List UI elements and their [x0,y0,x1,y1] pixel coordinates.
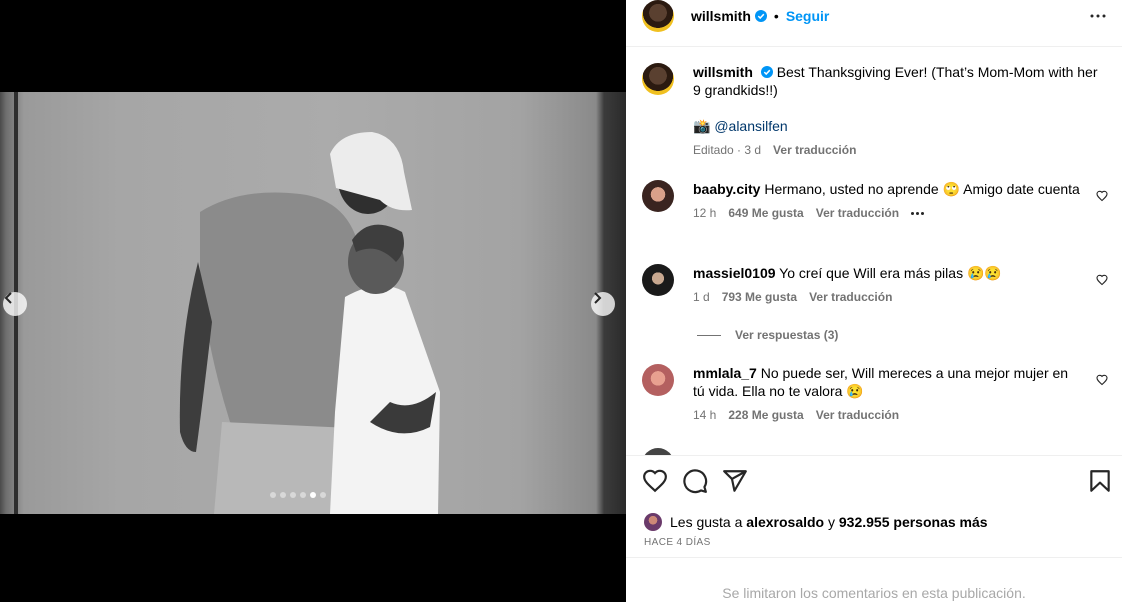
likes-conjunction: y [828,514,835,530]
photo-illustration [14,92,440,514]
caption-edited-time: Editado · 3 d [693,143,762,157]
carousel-dot [270,492,276,498]
comment-username[interactable]: massiel0109 [693,265,776,281]
author-avatar[interactable] [642,0,674,32]
comments-limited-notice: Se limitaron los comentarios en esta pub… [722,585,1026,601]
post-header: willsmith • Seguir [626,0,1122,32]
next-photo-button[interactable] [591,292,615,316]
comment-icon[interactable] [682,468,708,494]
carousel-dot [290,492,296,498]
view-replies-label: Ver respuestas (3) [735,328,839,342]
heart-icon[interactable] [1096,190,1108,202]
comment-time: 1 d [693,290,710,304]
comment-time: 12 h [693,206,717,220]
comment-text: Hermano, usted no aprende 🙄 Amigo date c… [764,181,1080,197]
heart-icon[interactable] [1096,274,1108,286]
comment-likes[interactable]: 228 Me gusta [728,406,803,424]
commenter-avatar[interactable] [642,364,674,396]
verified-badge-icon [754,10,767,22]
comment-likes[interactable]: 793 Me gusta [722,288,797,306]
previous-photo-button[interactable] [3,292,27,316]
post-media [0,0,626,602]
carousel-dot [310,492,316,498]
comment-translate-link[interactable]: Ver traducción [816,406,899,424]
follow-button[interactable]: Seguir [786,8,830,24]
view-replies-button[interactable]: Ver respuestas (3) [697,326,1082,344]
heart-icon[interactable] [642,468,668,494]
carousel-dot [300,492,306,498]
comment-translate-link[interactable]: Ver traducción [816,204,899,222]
comment-options-icon[interactable] [911,211,925,215]
caption-username[interactable]: willsmith [693,64,753,80]
footer-divider [626,557,1122,558]
post-details-panel: willsmith • Seguir willsmith Best Thanks… [626,0,1122,602]
commenter-avatar[interactable] [642,264,674,296]
likes-summary[interactable]: Les gusta a alexrosaldo y 932.955 person… [644,513,988,531]
caption-text: Best Thanksgiving Ever! (That’s Mom-Mom … [693,64,1098,98]
chevron-left-icon [4,292,12,304]
photographer-mention-link[interactable]: @alansilfen [714,118,787,134]
likes-others-count[interactable]: 932.955 personas más [839,514,988,530]
comment-text: Yo creí que Will era más pilas 😢😢 [779,265,1002,281]
replies-line [697,334,721,336]
bookmark-icon[interactable] [1087,468,1113,494]
commenter-avatar[interactable] [642,180,674,212]
comment-username[interactable]: baaby.city [693,181,760,197]
post-actions-bar [626,468,1122,498]
caption-author-avatar[interactable] [642,63,674,95]
carousel-indicator [270,492,326,498]
comment-time: 14 h [693,408,717,422]
heart-icon[interactable] [1096,374,1108,386]
header-separator: • [773,8,779,24]
more-options-icon[interactable] [1090,8,1106,24]
liker-avatar [644,513,662,531]
comments-list[interactable]: willsmith Best Thanksgiving Ever! (That’… [626,47,1122,455]
carousel-dot [320,492,326,498]
post-photo[interactable] [0,92,626,514]
carousel-dot [280,492,286,498]
likes-prefix: Les gusta a [670,514,743,530]
comment-username[interactable]: mmlala_7 [693,365,757,381]
chevron-right-icon [594,292,602,304]
verified-badge-icon [760,66,773,78]
caption-translate-link[interactable]: Ver traducción [773,141,856,159]
share-icon[interactable] [722,468,748,494]
commenter-avatar[interactable] [642,448,674,455]
author-username[interactable]: willsmith [691,8,751,24]
actions-divider [626,455,1122,456]
post-date[interactable]: HACE 4 DÍAS [644,537,711,548]
comment-translate-link[interactable]: Ver traducción [809,288,892,306]
liker-username[interactable]: alexrosaldo [746,514,824,530]
comment-likes[interactable]: 649 Me gusta [728,204,803,222]
camera-emoji: 📸 [693,118,711,134]
